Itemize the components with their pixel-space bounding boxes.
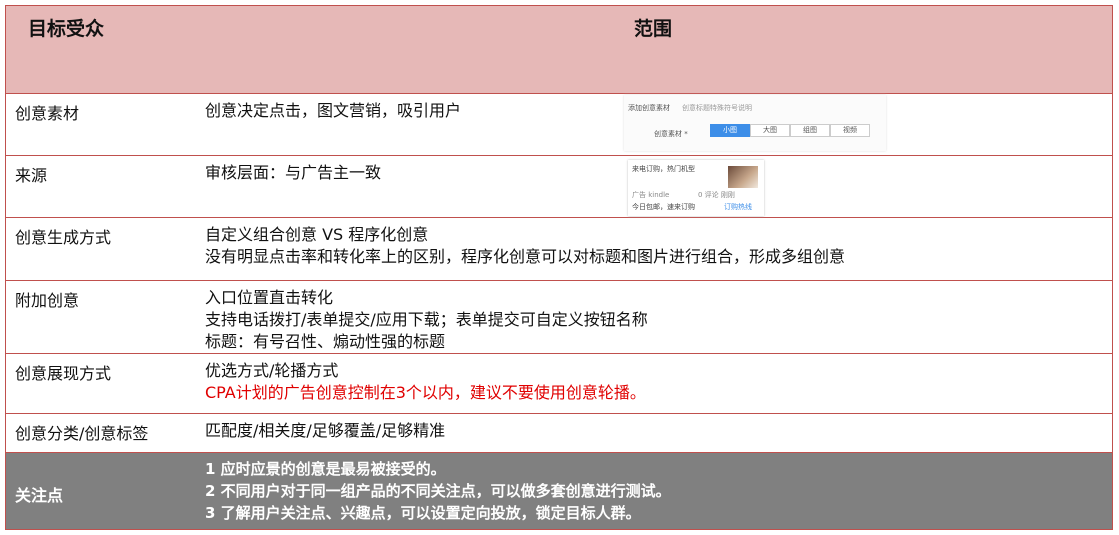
row-content: 匹配度/相关度/足够覆盖/足够精准 bbox=[205, 420, 445, 442]
footer-content: 1 应时应景的创意是最易被接受的。 2 不同用户对于同一组产品的不同关注点，可以… bbox=[205, 458, 671, 524]
table-header: 目标受众 范围 bbox=[6, 6, 1112, 94]
ad-image bbox=[728, 166, 758, 188]
row-content: 自定义组合创意 VS 程序化创意 没有明显点击率和转化率上的区别，程序化创意可以… bbox=[205, 224, 845, 268]
footer-row: 关注点 1 应时应景的创意是最易被接受的。 2 不同用户对于同一组产品的不同关注… bbox=[6, 453, 1112, 529]
row-label: 创意分类/创意标签 bbox=[15, 424, 149, 443]
ad-desc: 今日包邮，速来订购 bbox=[632, 203, 695, 211]
row-line: 匹配度/相关度/足够覆盖/足够精准 bbox=[205, 421, 446, 440]
audience-table: 目标受众 范围 创意素材 创意决定点击，图文营销，吸引用户 来源 审核层面：与广… bbox=[5, 5, 1113, 530]
row-line: 审核层面：与广告主一致 bbox=[205, 163, 382, 182]
row-line: 创意决定点击，图文营销，吸引用户 bbox=[205, 101, 462, 120]
header-scope: 范围 bbox=[634, 18, 673, 40]
row-line: 优选方式/轮播方式 bbox=[205, 361, 339, 380]
row-line: 标题：有号召性、煽动性强的标题 bbox=[205, 332, 446, 351]
row-content: 审核层面：与广告主一致 bbox=[205, 162, 381, 184]
row-content: 创意决定点击，图文营销，吸引用户 bbox=[205, 100, 461, 122]
ad-cta: 订购热线 bbox=[724, 203, 752, 211]
footer-label: 关注点 bbox=[15, 486, 64, 505]
row-label: 创意展现方式 bbox=[15, 364, 112, 383]
footer-line: 3 了解用户关注点、兴趣点，可以设置定向投放，锁定目标人群。 bbox=[205, 504, 641, 522]
row-line-highlight: CPA计划的广告创意控制在3个以内，建议不要使用创意轮播。 bbox=[205, 383, 646, 402]
header-target-audience: 目标受众 bbox=[28, 18, 105, 40]
row-label: 创意素材 bbox=[15, 104, 80, 123]
ad-title: 来电订购，热门机型 bbox=[632, 165, 695, 173]
row-label: 附加创意 bbox=[15, 291, 80, 310]
row-content: 入口位置直击转化 支持电话拨打/表单提交/应用下载；表单提交可自定义按钮名称 标… bbox=[205, 287, 648, 353]
option-group-image: 组图 bbox=[790, 124, 830, 137]
option-video: 视频 bbox=[830, 124, 870, 137]
table-row: 创意生成方式 自定义组合创意 VS 程序化创意 没有明显点击率和转化率上的区别，… bbox=[6, 218, 1112, 281]
ad-meta: 0 评论 刚刚 bbox=[698, 191, 735, 199]
row-line: 没有明显点击率和转化率上的区别，程序化创意可以对标题和图片进行组合，形成多组创意 bbox=[205, 247, 846, 266]
row-line: 支持电话拨打/表单提交/应用下载；表单提交可自定义按钮名称 bbox=[205, 310, 648, 329]
footer-line: 1 应时应景的创意是最易被接受的。 bbox=[205, 460, 446, 478]
thumb-title: 添加创意素材 bbox=[628, 104, 670, 112]
row-content: 优选方式/轮播方式 CPA计划的广告创意控制在3个以内，建议不要使用创意轮播。 bbox=[205, 360, 646, 404]
table-row: 创意分类/创意标签 匹配度/相关度/足够覆盖/足够精准 bbox=[6, 414, 1112, 453]
option-large-image: 大图 bbox=[750, 124, 790, 137]
thumb-field-label: 创意素材 * bbox=[654, 130, 688, 138]
table-row: 附加创意 入口位置直击转化 支持电话拨打/表单提交/应用下载；表单提交可自定义按… bbox=[6, 281, 1112, 354]
row-label: 创意生成方式 bbox=[15, 228, 112, 247]
thumb-hint: 创意标题特殊符号说明 bbox=[682, 104, 752, 112]
table-row: 创意展现方式 优选方式/轮播方式 CPA计划的广告创意控制在3个以内，建议不要使… bbox=[6, 354, 1112, 414]
ad-source: 广告 kindle bbox=[632, 191, 670, 199]
row-line: 自定义组合创意 VS 程序化创意 bbox=[205, 225, 429, 244]
row-label: 来源 bbox=[15, 166, 48, 185]
table-row: 来源 审核层面：与广告主一致 bbox=[6, 156, 1112, 218]
ad-preview-screenshot: 来电订购，热门机型 广告 kindle 0 评论 刚刚 今日包邮，速来订购 订购… bbox=[628, 160, 764, 216]
row-line: 入口位置直击转化 bbox=[205, 288, 334, 307]
creative-material-screenshot: 添加创意素材 创意标题特殊符号说明 创意素材 * 小图 大图 组图 视频 bbox=[624, 95, 886, 151]
table-row: 创意素材 创意决定点击，图文营销，吸引用户 bbox=[6, 94, 1112, 156]
footer-line: 2 不同用户对于同一组产品的不同关注点，可以做多套创意进行测试。 bbox=[205, 482, 671, 500]
option-small-image: 小图 bbox=[710, 124, 750, 137]
